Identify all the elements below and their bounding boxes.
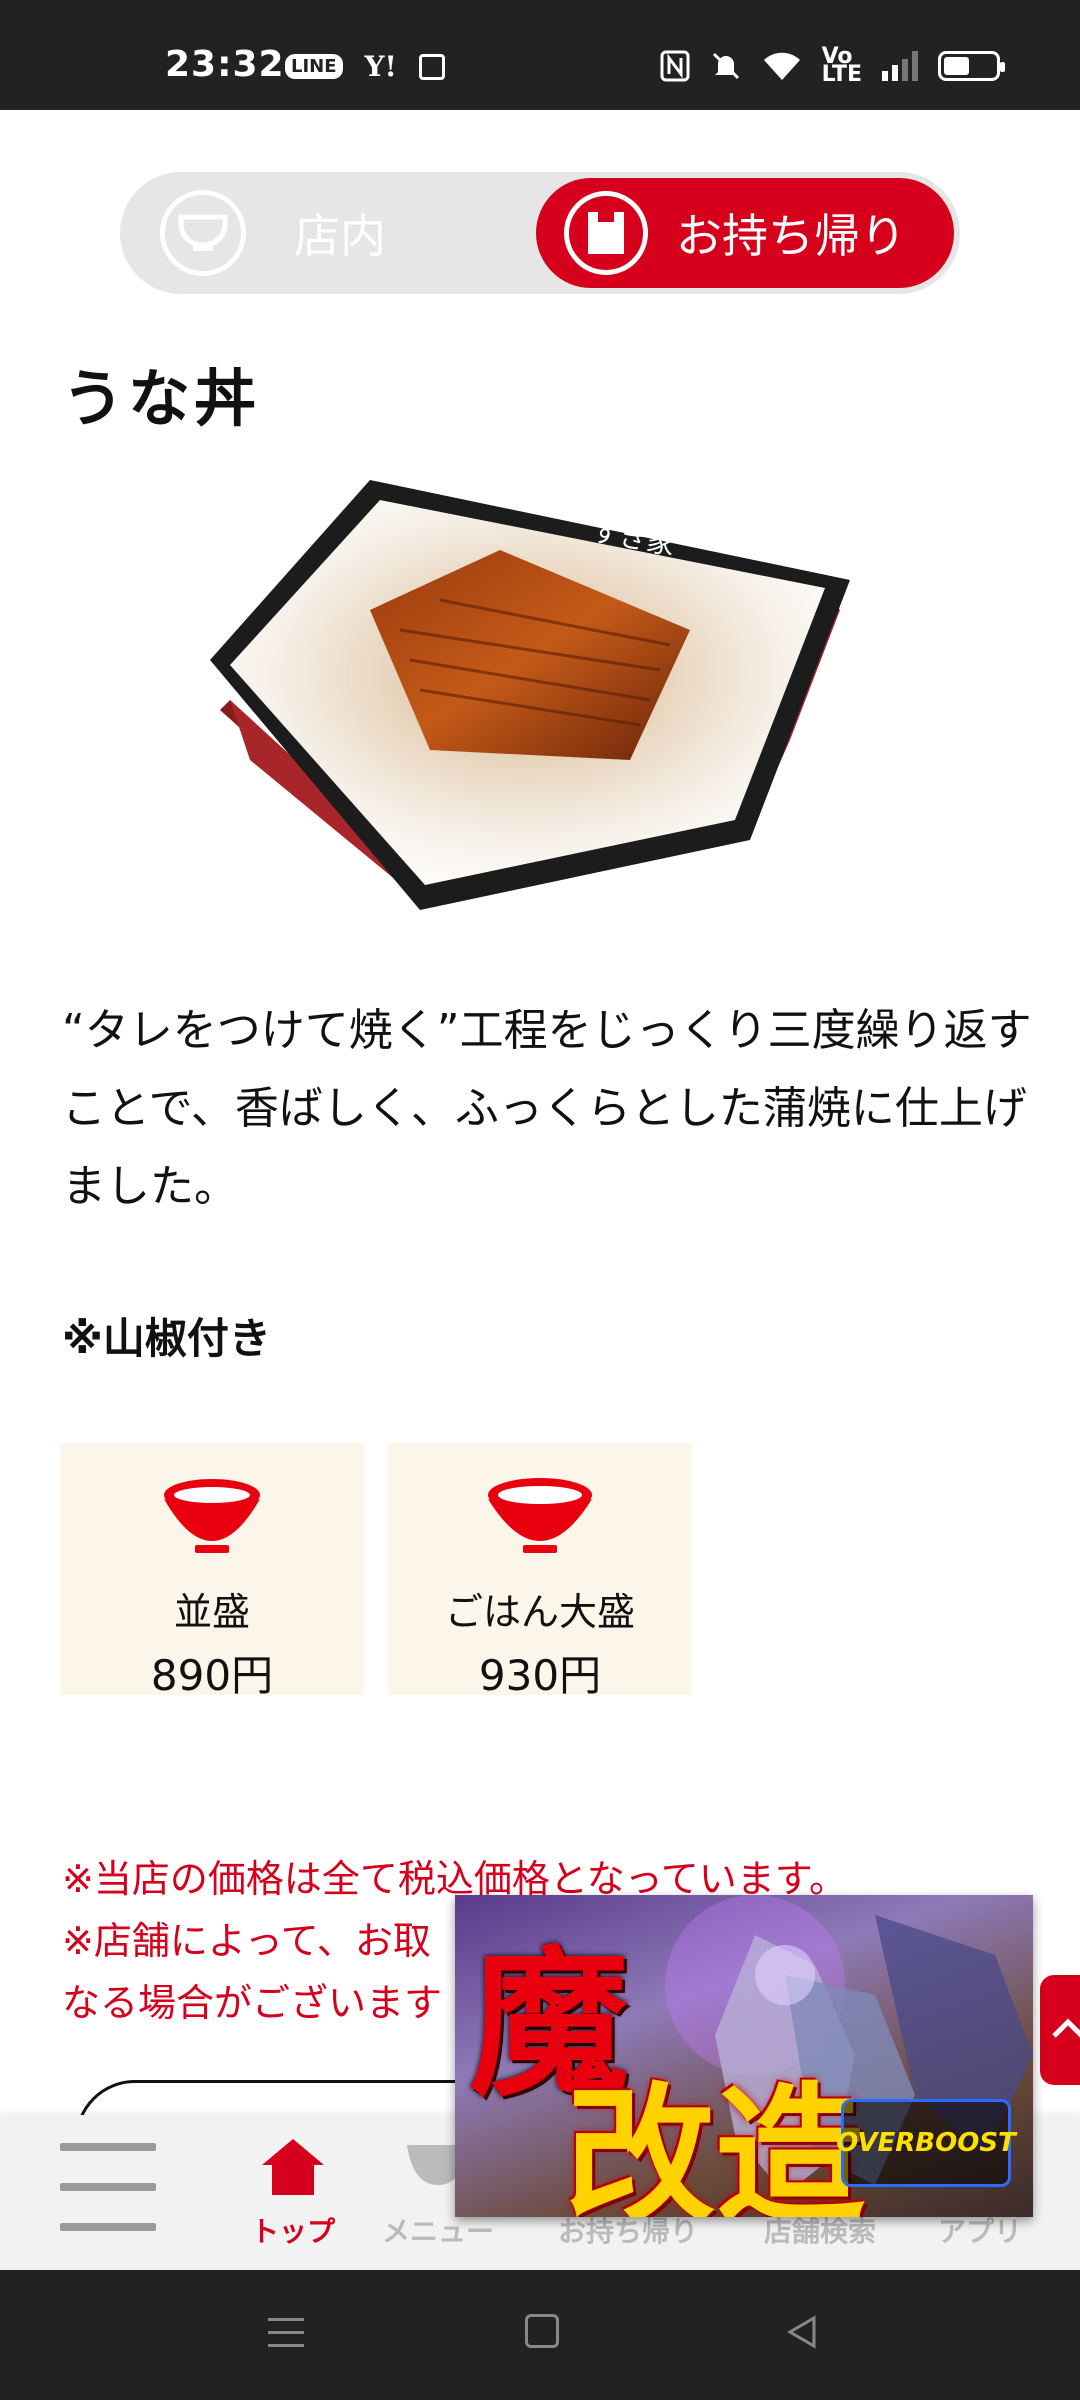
product-image: すき家: [210, 480, 850, 910]
line-icon: LINE: [285, 54, 343, 79]
sansho-note: ※山椒付き: [62, 1314, 271, 1363]
signal-icon: [882, 51, 918, 81]
battery-icon: [938, 51, 1005, 81]
product-description: “タレをつけて焼く”工程をじっくり三度繰り返すことで、香ばしく、ふっくらとした蒲…: [62, 1005, 1032, 1212]
back-button[interactable]: [784, 2314, 820, 2350]
wifi-icon: [763, 52, 800, 80]
recent-apps-button[interactable]: [268, 2318, 304, 2357]
ad-logo-text: OVERBOOST: [836, 2128, 1016, 2158]
order-type-toggle: 店内 お持ち帰り: [120, 172, 960, 294]
status-time: 23:32: [165, 44, 285, 85]
nav-label: トップ: [250, 2215, 335, 2248]
nfc-icon: [660, 50, 690, 82]
size-name: 並盛: [173, 1590, 250, 1634]
size-name: ごはん大盛: [444, 1590, 635, 1634]
eat-in-label: 店内: [294, 209, 386, 263]
bowl-icon: [160, 190, 246, 276]
takeout-label: お持ち帰り: [676, 209, 906, 263]
size-card-regular[interactable]: 並盛 890円: [60, 1443, 364, 1700]
home-button[interactable]: [525, 2314, 559, 2348]
amazon-icon: [418, 53, 445, 80]
chevron-up-icon: [1052, 2018, 1080, 2038]
notification-icons: LINE Y!: [285, 50, 445, 83]
ad-banner[interactable]: 魔 改造 OVERBOOST: [455, 1895, 1033, 2217]
size-price: 890円: [150, 1651, 274, 1700]
system-status-icons: Vo LTE: [660, 44, 1005, 87]
takeout-option[interactable]: お持ち帰り: [536, 178, 954, 288]
hamburger-menu-icon[interactable]: [60, 2143, 156, 2263]
bowl-icon: [164, 1479, 260, 1553]
nav-item-top[interactable]: トップ: [238, 2135, 348, 2250]
size-card-large-rice[interactable]: ごはん大盛 930円: [388, 1443, 692, 1700]
size-price: 930円: [478, 1651, 602, 1700]
yahoo-icon: Y!: [364, 50, 397, 83]
product-title: うな丼: [62, 362, 261, 435]
eat-in-option[interactable]: 店内: [160, 190, 386, 276]
bowl-icon: [488, 1478, 592, 1553]
status-bar: 23:32 LINE Y! Vo LTE: [0, 0, 1080, 110]
system-nav-bar: [0, 2270, 1080, 2400]
ad-text-bottom: 改造: [565, 2068, 866, 2217]
bag-icon: [564, 191, 648, 275]
mute-icon: [712, 52, 739, 80]
scroll-to-top-button[interactable]: [1040, 1975, 1080, 2085]
home-icon: [262, 2139, 324, 2195]
ad-logo: OVERBOOST: [836, 2099, 1016, 2187]
volte-icon: Vo LTE: [821, 44, 862, 87]
